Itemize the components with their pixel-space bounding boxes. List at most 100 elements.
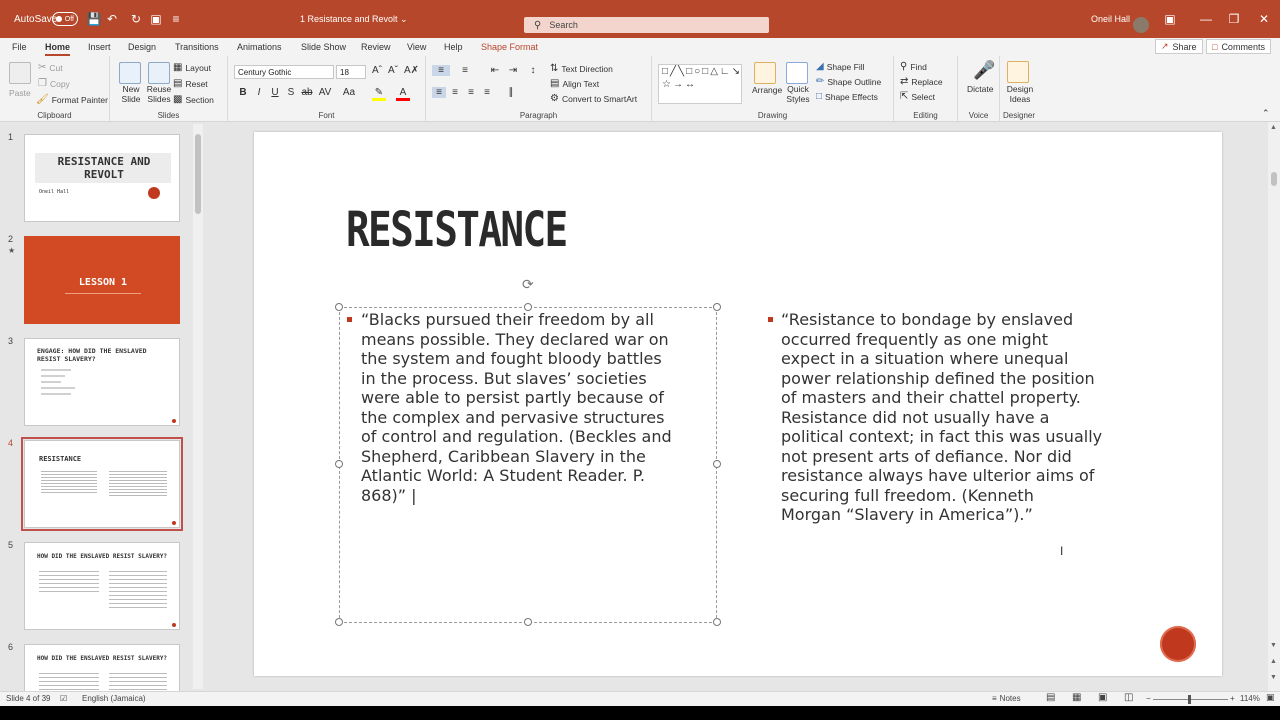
design-ideas-button[interactable]: Design Ideas bbox=[1005, 84, 1035, 104]
scroll-up-icon[interactable]: ▲ bbox=[1270, 124, 1277, 131]
font-size-dropdown[interactable]: 18 bbox=[336, 65, 366, 79]
format-painter-button[interactable]: 🖌 Format Painter bbox=[36, 94, 108, 105]
tab-view[interactable]: View bbox=[407, 38, 426, 56]
comments-button[interactable]: □ Comments bbox=[1206, 39, 1271, 54]
normal-view-icon[interactable]: ▤ bbox=[1046, 692, 1055, 703]
user-name[interactable]: Oneil Hall bbox=[1091, 0, 1130, 38]
slideshow-view-icon[interactable]: ◫ bbox=[1124, 692, 1133, 703]
fit-slide-icon[interactable]: ▣ bbox=[1266, 692, 1275, 703]
resize-handle[interactable] bbox=[335, 618, 343, 626]
save-icon[interactable]: 💾 bbox=[86, 0, 102, 38]
resize-handle[interactable] bbox=[713, 618, 721, 626]
highlight-icon[interactable]: ✎ bbox=[372, 87, 386, 101]
undo-icon[interactable]: ↶ bbox=[104, 0, 120, 38]
thumbnail-scrollbar[interactable] bbox=[193, 124, 203, 689]
resize-handle[interactable] bbox=[713, 460, 721, 468]
next-slide-icon[interactable]: ▼ bbox=[1270, 674, 1277, 681]
maximize-icon[interactable]: ❐ bbox=[1224, 0, 1244, 38]
quick-styles-icon[interactable] bbox=[786, 62, 808, 84]
design-ideas-icon[interactable] bbox=[1007, 61, 1029, 83]
redo-icon[interactable]: ↻ bbox=[128, 0, 144, 38]
reuse-slides-icon[interactable] bbox=[148, 62, 170, 84]
section-button[interactable]: ▩ Section bbox=[173, 94, 214, 105]
increase-font-icon[interactable]: Aˆ bbox=[370, 65, 384, 76]
find-button[interactable]: ⚲ Find bbox=[900, 61, 927, 72]
increase-indent-icon[interactable]: ⇥ bbox=[506, 65, 520, 76]
new-slide-button[interactable]: New Slide bbox=[116, 84, 146, 104]
right-quote-text[interactable]: “Resistance to bondage by enslaved occur… bbox=[781, 310, 1102, 525]
italic-icon[interactable]: I bbox=[252, 87, 266, 98]
copy-button[interactable]: ❐ Copy bbox=[38, 78, 70, 89]
thumbnail-slide-6[interactable]: HOW DID THE ENSLAVED RESIST SLAVERY? bbox=[24, 644, 180, 691]
previous-slide-icon[interactable]: ▲ bbox=[1270, 658, 1277, 665]
language-indicator[interactable]: English (Jamaica) bbox=[82, 694, 146, 703]
avatar[interactable] bbox=[1133, 17, 1149, 33]
line-spacing-icon[interactable]: ↕ bbox=[526, 65, 540, 76]
align-left-icon[interactable]: ≡ bbox=[432, 87, 446, 98]
thumbnail-slide-3[interactable]: ENGAGE: HOW DID THE ENSLAVED RESIST SLAV… bbox=[24, 338, 180, 426]
customize-qat-icon[interactable]: ≡ bbox=[168, 0, 184, 38]
reset-button[interactable]: ▤ Reset bbox=[173, 78, 208, 89]
spellcheck-icon[interactable]: ☑ bbox=[60, 694, 67, 703]
bold-icon[interactable]: B bbox=[236, 87, 250, 98]
paste-icon[interactable] bbox=[9, 62, 31, 84]
resize-handle[interactable] bbox=[335, 303, 343, 311]
clear-formatting-icon[interactable]: A✗ bbox=[404, 65, 419, 76]
microphone-icon[interactable]: 🎤 bbox=[973, 60, 995, 81]
search-box[interactable]: ⚲ Search bbox=[524, 17, 769, 33]
tab-transitions[interactable]: Transitions bbox=[175, 38, 219, 56]
scrollbar-thumb[interactable] bbox=[1271, 172, 1277, 186]
shape-outline-button[interactable]: ✏ Shape Outline bbox=[816, 76, 881, 87]
smartart-button[interactable]: ⚙ Convert to SmartArt bbox=[550, 93, 637, 104]
tab-shape-format[interactable]: Shape Format bbox=[481, 38, 538, 56]
resize-handle[interactable] bbox=[524, 618, 532, 626]
slide[interactable]: RESISTANCE ⟳ “Blacks pursued their freed… bbox=[254, 132, 1222, 676]
zoom-out-icon[interactable]: − bbox=[1146, 694, 1151, 703]
shape-effects-button[interactable]: □ Shape Effects bbox=[816, 91, 878, 102]
underline-icon[interactable]: U bbox=[268, 87, 282, 98]
layout-button[interactable]: ▦ Layout bbox=[173, 62, 211, 73]
shadow-icon[interactable]: S bbox=[284, 87, 298, 98]
text-direction-button[interactable]: ⇅ Text Direction bbox=[550, 63, 613, 74]
share-button[interactable]: ↗ Share bbox=[1155, 39, 1203, 54]
reuse-slides-button[interactable]: Reuse Slides bbox=[144, 84, 174, 104]
cut-button[interactable]: ✂ Cut bbox=[38, 62, 63, 73]
font-color-icon[interactable]: A bbox=[396, 87, 410, 101]
bullets-icon[interactable]: ≡ bbox=[432, 65, 450, 76]
slide-scrollbar[interactable]: ▲ ▼ ▲ ▼ bbox=[1268, 122, 1280, 691]
arrange-button[interactable]: Arrange bbox=[752, 85, 782, 95]
tab-slide-show[interactable]: Slide Show bbox=[301, 38, 346, 56]
align-center-icon[interactable]: ≡ bbox=[448, 87, 462, 98]
tab-help[interactable]: Help bbox=[444, 38, 463, 56]
thumbnail-slide-1[interactable]: RESISTANCE AND REVOLT Oneil Hall bbox=[24, 134, 180, 222]
left-quote-text[interactable]: “Blacks pursued their freedom by all mea… bbox=[361, 310, 672, 505]
thumbnail-slide-5[interactable]: HOW DID THE ENSLAVED RESIST SLAVERY? bbox=[24, 542, 180, 630]
select-button[interactable]: ⇱ Select bbox=[900, 91, 935, 102]
resize-handle[interactable] bbox=[335, 460, 343, 468]
replace-button[interactable]: ⇄ Replace bbox=[900, 76, 943, 87]
slide-sorter-icon[interactable]: ▦ bbox=[1072, 692, 1081, 703]
tab-review[interactable]: Review bbox=[361, 38, 391, 56]
tab-file[interactable]: File bbox=[12, 38, 27, 56]
quick-styles-button[interactable]: Quick Styles bbox=[784, 84, 812, 104]
zoom-in-icon[interactable]: + bbox=[1230, 694, 1235, 703]
document-title[interactable]: 1 Resistance and Revolt ⌄ bbox=[300, 0, 408, 38]
shape-fill-button[interactable]: ◢ Shape Fill bbox=[816, 61, 865, 72]
thumbnail-slide-4[interactable]: RESISTANCE bbox=[21, 437, 183, 531]
columns-icon[interactable]: ∥ bbox=[504, 87, 518, 98]
align-right-icon[interactable]: ≡ bbox=[464, 87, 478, 98]
ribbon-display-icon[interactable]: ▣ bbox=[1160, 0, 1180, 38]
scroll-down-icon[interactable]: ▼ bbox=[1270, 642, 1277, 649]
justify-icon[interactable]: ≡ bbox=[480, 87, 494, 98]
minimize-icon[interactable]: — bbox=[1196, 0, 1216, 38]
notes-button[interactable]: ≡ Notes bbox=[992, 694, 1021, 703]
strikethrough-icon[interactable]: ab bbox=[300, 87, 314, 98]
scrollbar-thumb[interactable] bbox=[195, 134, 201, 214]
decrease-font-icon[interactable]: Aˇ bbox=[386, 65, 400, 76]
tab-animations[interactable]: Animations bbox=[237, 38, 282, 56]
close-icon[interactable]: ✕ bbox=[1254, 0, 1274, 38]
reading-view-icon[interactable]: ▣ bbox=[1098, 692, 1107, 703]
new-slide-icon[interactable] bbox=[119, 62, 141, 84]
slide-title[interactable]: RESISTANCE bbox=[346, 202, 568, 258]
tab-insert[interactable]: Insert bbox=[88, 38, 111, 56]
